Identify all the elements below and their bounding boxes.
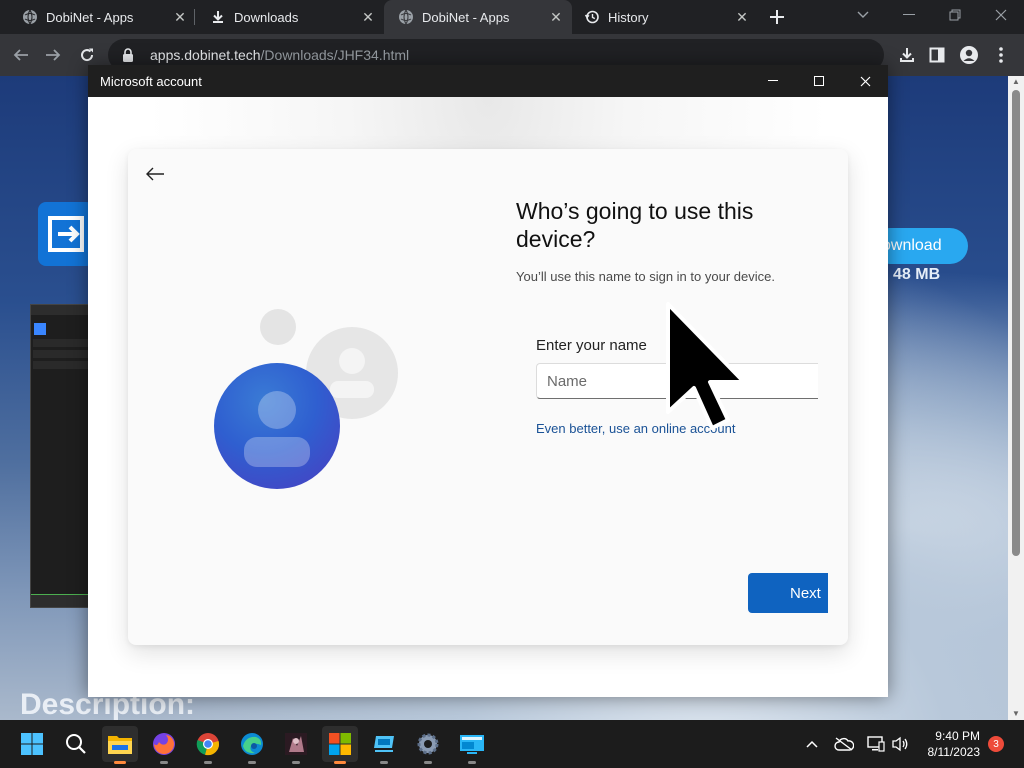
minimize-icon[interactable] [750,65,796,97]
download-icon [210,9,226,25]
name-field-label: Enter your name [536,337,647,354]
window-titlebar: Microsoft account [88,65,888,97]
close-icon[interactable]: ✕ [732,7,752,27]
restore-icon[interactable] [932,0,978,30]
show-hidden-icons-icon[interactable] [802,734,822,754]
close-icon[interactable]: ✕ [358,7,378,27]
page-subtext: You’ll use this name to sign in to your … [516,269,775,284]
url-host: apps.dobinet.tech [150,47,261,63]
thumbnail-status-bar [31,594,91,607]
start-icon[interactable] [14,726,50,762]
globe-icon [22,9,38,25]
illustration-dot [260,309,296,345]
search-icon[interactable] [58,726,94,762]
running-indicator [334,761,346,764]
url-text: apps.dobinet.tech/Downloads/JHF34.html [150,47,409,63]
app-logo-icon [38,202,94,266]
history-icon [584,9,600,25]
volume-icon[interactable] [890,734,910,754]
globe-icon [398,9,414,25]
tab-title: DobiNet - Apps [46,9,134,25]
running-indicator [204,761,212,764]
cloud-offline-icon[interactable] [834,734,854,754]
close-icon[interactable] [842,65,888,97]
scrollbar-thumb[interactable] [1012,90,1020,556]
next-button[interactable]: Next [748,573,828,613]
running-indicator [468,761,476,764]
notification-badge[interactable]: 3 [988,736,1004,752]
back-arrow-icon[interactable] [142,161,168,187]
url-path: /Downloads/JHF34.html [260,47,410,63]
forward-icon[interactable] [38,40,68,70]
running-indicator [114,761,126,764]
thumbnail-titlebar [31,305,91,315]
windows-taskbar: 9:40 PM 8/11/2023 3 [0,720,1024,768]
running-indicator [248,761,256,764]
running-indicator [424,761,432,764]
side-panel-icon[interactable] [922,40,952,70]
remote-desktop-icon[interactable] [454,726,490,764]
tab-title: History [608,9,649,25]
more-menu-icon[interactable] [986,40,1016,70]
close-icon[interactable]: ✕ [170,7,190,27]
microsoft-store-icon[interactable] [322,726,358,764]
tab-title: DobiNet - Apps [422,9,510,25]
download-button-label: ownload [882,237,942,254]
clock-time: 9:40 PM [935,729,980,743]
game-icon[interactable] [278,726,314,764]
thumbnail-row [33,350,89,358]
chrome-icon[interactable] [190,726,226,764]
edge-icon[interactable] [234,726,270,764]
mouse-cursor-icon [666,302,746,430]
running-indicator [160,761,168,764]
page-heading: Who’s going to use this device? [516,198,754,252]
system-clock[interactable]: 9:40 PM 8/11/2023 [916,728,981,760]
microsoft-account-window: Microsoft account Who’s going to use thi… [88,65,888,697]
scroll-up-icon[interactable]: ▲ [1012,78,1020,86]
tab-title: Downloads [234,9,299,25]
thumbnail-row [33,339,89,347]
profile-icon[interactable] [954,40,984,70]
app-screenshot-thumbnail[interactable] [30,304,92,608]
tab-search-icon[interactable] [840,0,886,30]
settings-icon[interactable] [410,726,446,764]
oobe-content: Who’s going to use this device? You’ll u… [88,97,888,697]
window-title: Microsoft account [100,74,202,89]
downloads-icon[interactable] [892,40,922,70]
browser-tab[interactable]: Downloads ✕ [196,0,384,34]
lock-icon[interactable] [122,48,136,62]
browser-tab-active[interactable]: DobiNet - Apps ✕ [384,0,572,34]
close-window-icon[interactable] [978,0,1024,30]
download-size: 48 MB [893,266,941,283]
firefox-icon[interactable] [146,726,182,764]
network-icon[interactable] [866,734,886,754]
minimize-icon[interactable] [886,0,932,30]
file-explorer-icon[interactable] [102,726,138,764]
browser-tab-strip: DobiNet - Apps ✕ Downloads ✕ DobiNet - A… [0,0,1024,34]
running-indicator [380,761,388,764]
user-avatar-icon [214,363,340,489]
new-tab-button[interactable] [764,4,790,30]
running-indicator [292,761,300,764]
page-scrollbar[interactable]: ▲ ▼ [1008,76,1024,720]
monitor-app-icon[interactable] [366,726,402,764]
back-icon[interactable] [6,40,36,70]
browser-tab[interactable]: DobiNet - Apps ✕ [8,0,196,34]
browser-tab[interactable]: History ✕ [570,0,758,34]
tab-divider [194,9,195,25]
clock-date: 8/11/2023 [927,745,981,759]
thumbnail-add-icon [34,323,46,335]
scroll-down-icon[interactable]: ▼ [1012,710,1020,718]
maximize-icon[interactable] [796,65,842,97]
thumbnail-row [33,361,89,369]
close-icon[interactable]: ✕ [546,7,566,27]
